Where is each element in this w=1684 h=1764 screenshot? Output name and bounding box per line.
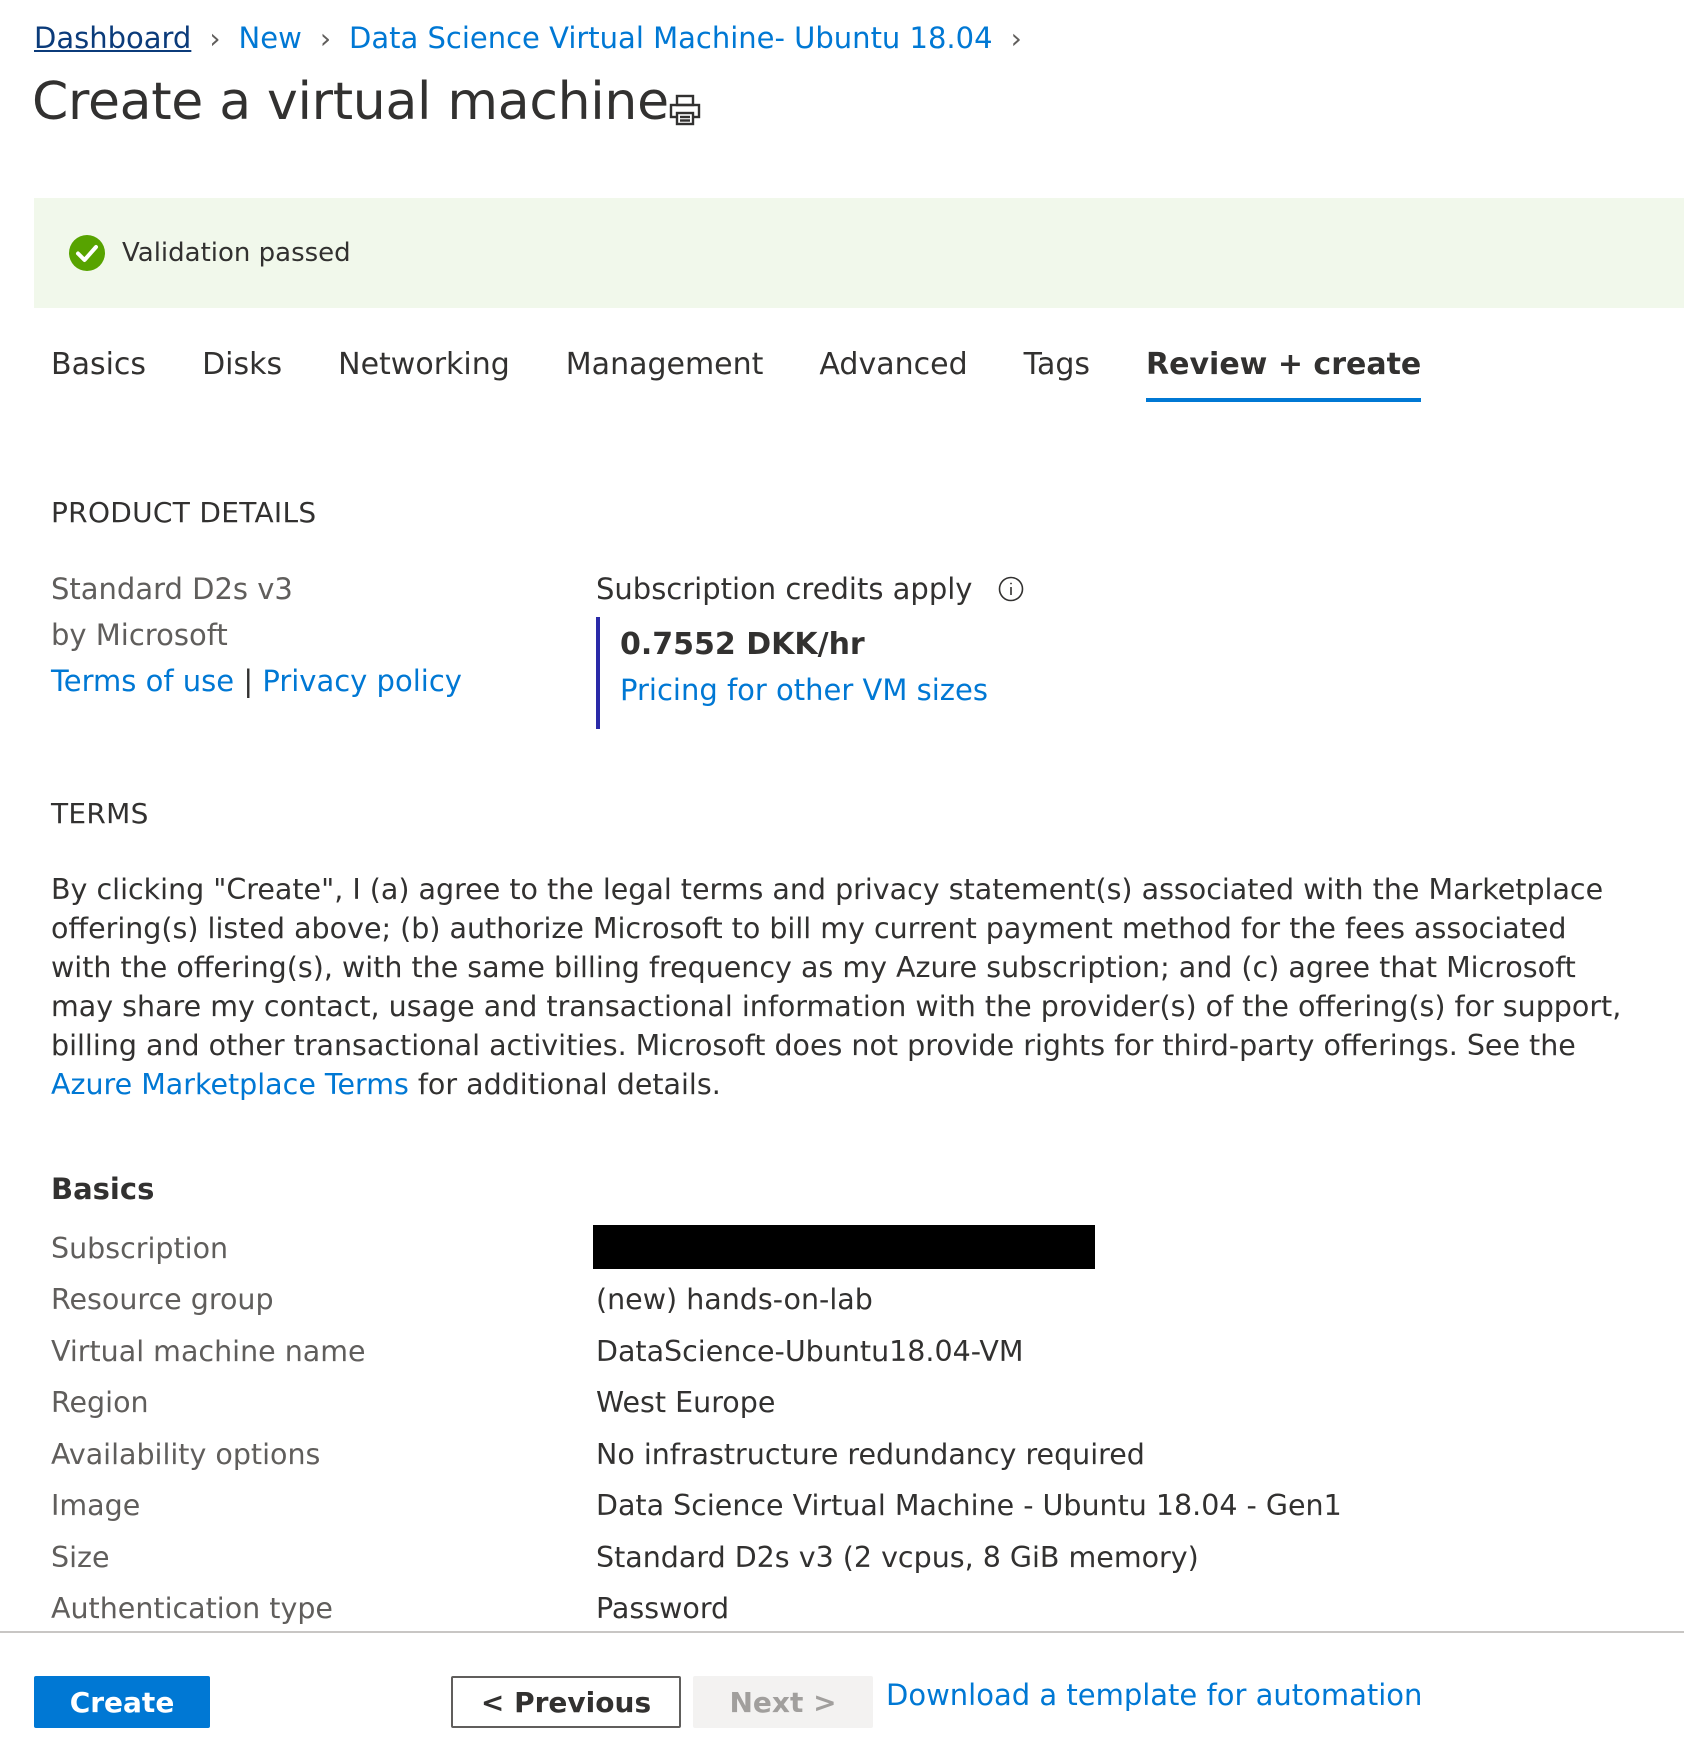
check-circle-icon <box>69 235 105 271</box>
chevron-right-icon: › <box>1010 21 1022 55</box>
product-name: Standard D2s v3 <box>51 572 293 606</box>
summary-scroll-area: Basics Subscription Resource group (new)… <box>0 1100 1684 1632</box>
tab-tags[interactable]: Tags <box>1024 340 1090 402</box>
price-per-hour: 0.7552 DKK/hr <box>620 627 865 662</box>
terms-heading: TERMS <box>51 797 149 830</box>
validation-banner: Validation passed <box>34 198 1684 308</box>
breadcrumb-new[interactable]: New <box>239 21 302 55</box>
summary-value: (new) hands-on-lab <box>596 1283 873 1316</box>
terms-tail: for additional details. <box>408 1068 721 1101</box>
tab-basics[interactable]: Basics <box>51 340 146 402</box>
breadcrumb-data-science-vm[interactable]: Data Science Virtual Machine- Ubuntu 18.… <box>349 21 993 55</box>
product-summary: Standard D2s v3 by Microsoft Terms of us… <box>51 566 462 704</box>
summary-row-availability: Availability options No infrastructure r… <box>51 1429 1651 1481</box>
price-box: 0.7552 DKK/hr Pricing for other VM sizes <box>596 617 1120 729</box>
summary-row-image: Image Data Science Virtual Machine - Ubu… <box>51 1480 1651 1532</box>
summary-value: Data Science Virtual Machine - Ubuntu 18… <box>596 1489 1342 1522</box>
summary-key: Image <box>51 1489 141 1522</box>
page-title: Create a virtual machine <box>32 72 669 132</box>
summary-row-region: Region West Europe <box>51 1377 1651 1429</box>
validation-message: Validation passed <box>122 238 351 268</box>
pricing-other-sizes-link[interactable]: Pricing for other VM sizes <box>620 673 988 707</box>
summary-row-vm-name: Virtual machine name DataScience-Ubuntu1… <box>51 1326 1651 1378</box>
summary-key: Size <box>51 1541 110 1574</box>
breadcrumb: Dashboard › New › Data Science Virtual M… <box>34 16 1040 60</box>
summary-key: Region <box>51 1386 149 1419</box>
credits-label: Subscription credits apply <box>596 572 973 606</box>
print-icon[interactable] <box>667 92 703 128</box>
terms-of-use-link[interactable]: Terms of use <box>51 664 234 698</box>
chevron-right-icon: › <box>209 21 221 55</box>
summary-value: No infrastructure redundancy required <box>596 1438 1145 1471</box>
tab-disks[interactable]: Disks <box>202 340 282 402</box>
tab-advanced[interactable]: Advanced <box>819 340 967 402</box>
summary-row-auth-type: Authentication type Password <box>51 1583 1651 1632</box>
summary-value: Password <box>596 1592 730 1625</box>
tab-networking[interactable]: Networking <box>338 340 510 402</box>
download-template-link[interactable]: Download a template for automation <box>886 1678 1422 1712</box>
redacted-block <box>593 1225 1095 1269</box>
create-button[interactable]: Create <box>34 1676 210 1728</box>
summary-key: Authentication type <box>51 1592 333 1625</box>
link-separator: | <box>243 664 254 698</box>
privacy-policy-link[interactable]: Privacy policy <box>262 664 462 698</box>
summary-value: Standard D2s v3 (2 vcpus, 8 GiB memory) <box>596 1541 1199 1574</box>
next-button[interactable]: Next > <box>693 1676 873 1728</box>
terms-body: By clicking "Create", I (a) agree to the… <box>51 873 1622 1062</box>
summary-key: Availability options <box>51 1438 321 1471</box>
subscription-credits: Subscription credits apply <box>596 572 1024 606</box>
product-details-heading: PRODUCT DETAILS <box>51 496 317 529</box>
previous-button[interactable]: < Previous <box>451 1676 681 1728</box>
product-links: Terms of use | Privacy policy <box>51 658 462 704</box>
tab-management[interactable]: Management <box>566 340 764 402</box>
summary-row-size: Size Standard D2s v3 (2 vcpus, 8 GiB mem… <box>51 1532 1651 1584</box>
product-publisher: by Microsoft <box>51 618 228 652</box>
wizard-tabs: Basics Disks Networking Management Advan… <box>51 340 1477 410</box>
summary-value: DataScience-Ubuntu18.04-VM <box>596 1335 1024 1368</box>
info-icon[interactable] <box>998 576 1024 602</box>
breadcrumb-dashboard[interactable]: Dashboard <box>34 21 191 55</box>
summary-key: Virtual machine name <box>51 1335 366 1368</box>
terms-text: By clicking "Create", I (a) agree to the… <box>51 870 1631 1104</box>
tab-review-create[interactable]: Review + create <box>1146 340 1422 402</box>
summary-row-resource-group: Resource group (new) hands-on-lab <box>51 1274 1651 1326</box>
summary-key: Resource group <box>51 1283 274 1316</box>
chevron-right-icon: › <box>319 21 332 55</box>
footer-bar: Create < Previous Next > Download a temp… <box>0 1633 1684 1764</box>
summary-key: Subscription <box>51 1232 229 1265</box>
basics-heading: Basics <box>51 1172 155 1206</box>
summary-value: West Europe <box>596 1386 776 1419</box>
azure-marketplace-terms-link[interactable]: Azure Marketplace Terms <box>51 1068 409 1101</box>
